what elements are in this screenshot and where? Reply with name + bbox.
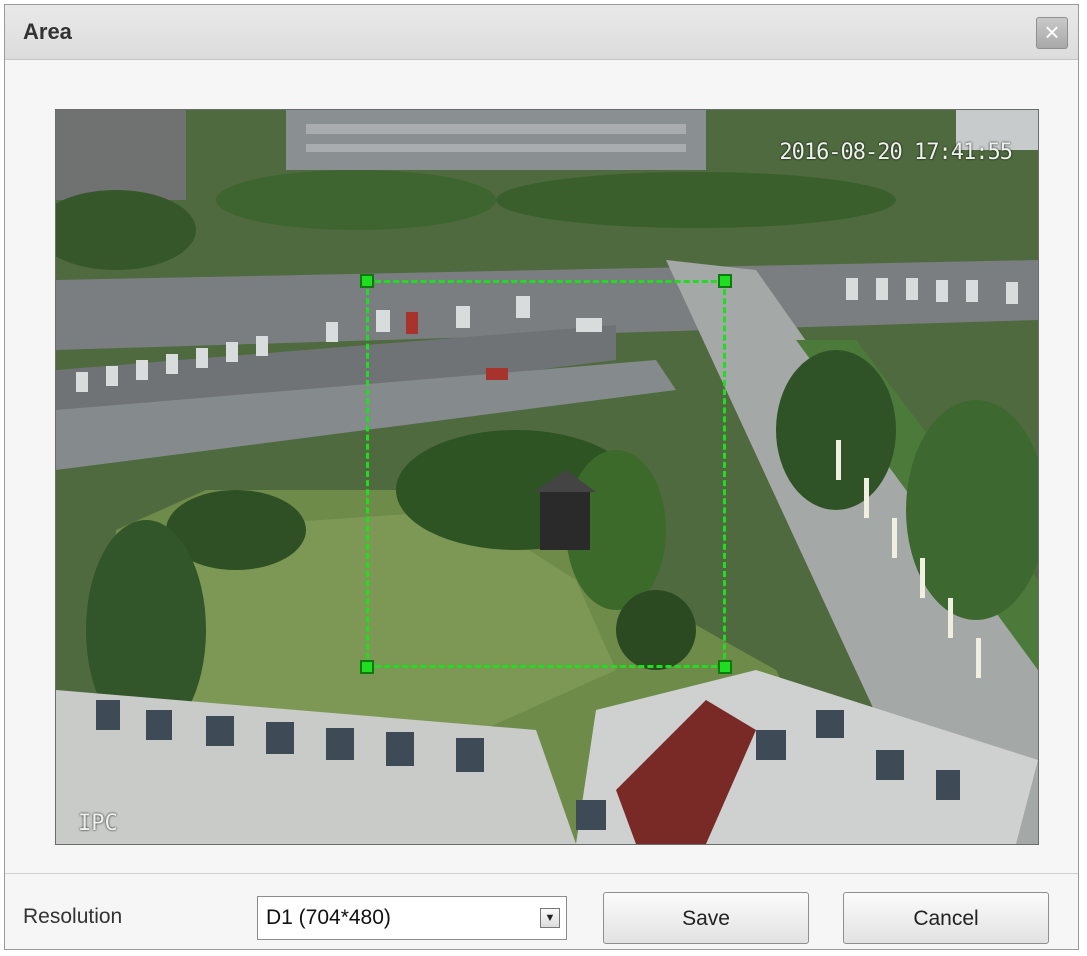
roi-handle-top-left[interactable] <box>360 274 374 288</box>
resolution-value: D1 (704*480) <box>266 906 391 929</box>
bottom-divider <box>5 873 1078 874</box>
resolution-select[interactable]: D1 (704*480) ▼ <box>257 896 567 940</box>
roi-handle-bottom-left[interactable] <box>360 660 374 674</box>
save-button[interactable]: Save <box>603 892 809 944</box>
dialog-titlebar: Area × <box>5 5 1078 60</box>
roi-handle-top-right[interactable] <box>718 274 732 288</box>
dialog-title: Area <box>23 19 72 44</box>
close-icon: × <box>1044 17 1060 47</box>
detection-area-rectangle[interactable] <box>360 274 732 674</box>
osd-timestamp: 2016-08-20 17:41:55 <box>779 140 1013 165</box>
chevron-down-icon[interactable]: ▼ <box>540 908 560 928</box>
roi-handle-bottom-right[interactable] <box>718 660 732 674</box>
video-preview[interactable]: 2016-08-20 17:41:55 IPC <box>55 109 1039 845</box>
osd-channel-name: IPC <box>78 811 118 836</box>
resolution-label: Resolution <box>23 905 123 928</box>
cancel-button[interactable]: Cancel <box>843 892 1049 944</box>
close-button[interactable]: × <box>1036 17 1068 49</box>
area-dialog: Area × 2016-08-20 17:41:55 IPC Resolutio… <box>4 4 1079 950</box>
